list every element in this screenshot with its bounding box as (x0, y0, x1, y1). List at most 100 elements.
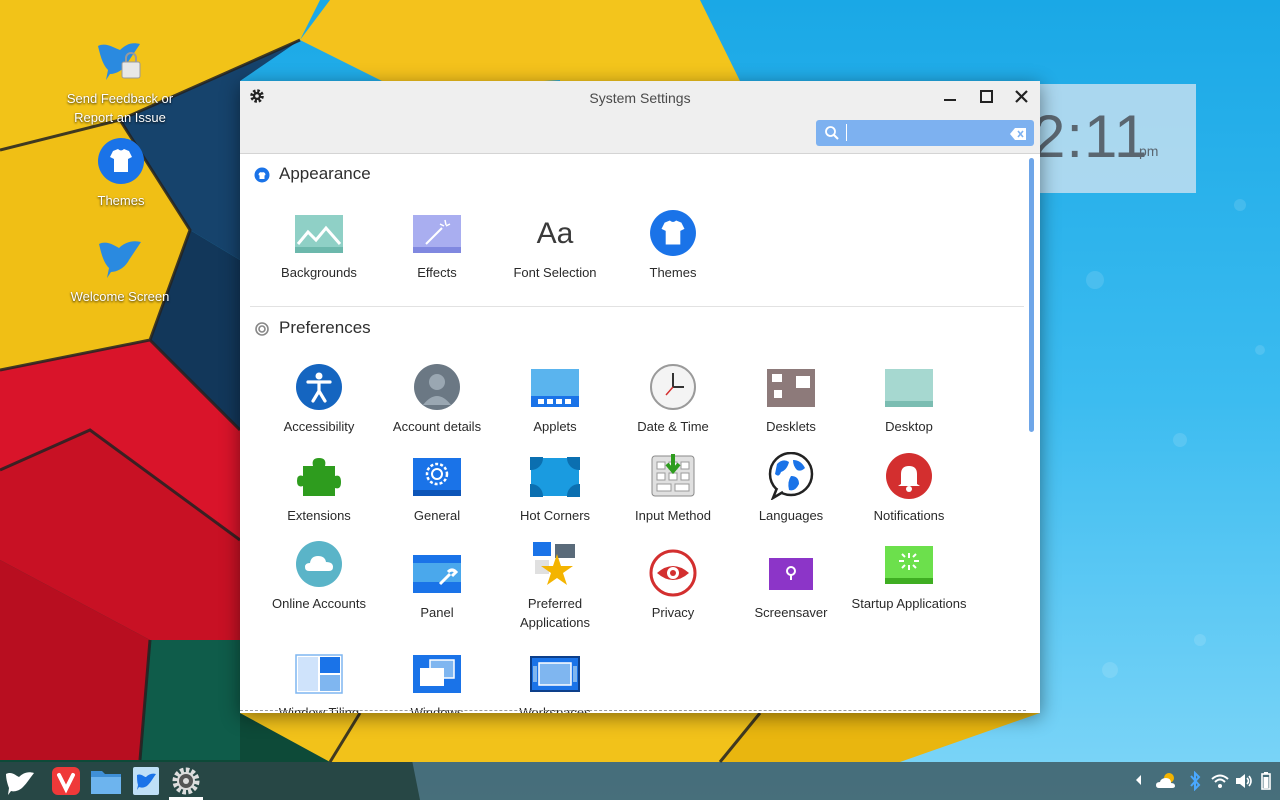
section-title: Appearance (279, 164, 371, 183)
scroll-edge-indicator (240, 710, 1026, 711)
desktop-icon-label: Themes (97, 193, 145, 208)
battery-icon[interactable] (1260, 771, 1272, 796)
minimize-button[interactable] (940, 88, 960, 106)
settings-item-workspaces[interactable]: Workspaces (496, 649, 614, 713)
vivaldi-icon[interactable] (49, 765, 83, 797)
preferences-icon (254, 321, 270, 342)
settings-item-desktop[interactable]: Desktop (850, 363, 968, 436)
chevron-left-icon[interactable] (1134, 773, 1144, 792)
settings-item-preferred-applications[interactable]: Preferred Applications (496, 540, 614, 632)
settings-item-applets[interactable]: Applets (496, 363, 614, 436)
settings-item-notifications[interactable]: Notifications (850, 452, 968, 525)
settings-item-windows[interactable]: Windows (378, 649, 496, 713)
item-label: Windows (410, 705, 464, 713)
item-label: Workspaces (519, 705, 591, 713)
item-label: Account details (392, 419, 482, 434)
globe-icon (766, 451, 816, 502)
item-label: Effects (417, 265, 457, 280)
item-label: Preferred Applications (519, 596, 591, 630)
settings-item-languages[interactable]: Languages (732, 451, 850, 525)
settings-item-accessibility[interactable]: Accessibility (260, 363, 378, 436)
panel-icon (412, 549, 462, 599)
settings-item-window-tiling[interactable]: Window Tiling (260, 649, 378, 713)
desktop-icon-send-feedback[interactable]: Send Feedback or Report an Issue (60, 40, 180, 127)
desktop-icon-label: Welcome Screen (70, 289, 170, 304)
eye-icon (648, 549, 698, 599)
window-menu-gear-icon[interactable] (249, 88, 265, 104)
item-label: General (413, 508, 461, 523)
item-label: Font Selection (513, 265, 597, 280)
settings-item-font-selection[interactable]: Aa Font Selection (496, 209, 614, 282)
item-label: Notifications (873, 508, 945, 523)
wifi-icon[interactable] (1210, 771, 1230, 796)
search-input[interactable] (846, 124, 1005, 141)
close-button[interactable] (1012, 88, 1032, 106)
titlebar[interactable]: System Settings (240, 81, 1040, 154)
settings-item-effects[interactable]: Effects (378, 209, 496, 282)
item-label: Date & Time (637, 419, 709, 434)
clear-search-icon[interactable] (1010, 127, 1026, 145)
system-settings-window: System Settings Appearance Backgrounds E… (240, 81, 1040, 713)
item-label: Themes (649, 265, 697, 280)
settings-item-desklets[interactable]: Desklets (732, 363, 850, 436)
item-label: Hot Corners (519, 508, 591, 523)
section-title: Preferences (279, 318, 371, 337)
keyboard-icon (648, 452, 698, 502)
desktop-icon (884, 363, 934, 413)
files-icon[interactable] (89, 765, 123, 797)
bluetooth-icon[interactable] (1188, 770, 1202, 796)
settings-item-extensions[interactable]: Extensions (260, 452, 378, 525)
settings-item-hot-corners[interactable]: Hot Corners (496, 446, 614, 525)
item-label: Online Accounts (272, 596, 366, 611)
tshirt-icon (61, 138, 181, 189)
appearance-icon (254, 167, 270, 188)
item-label: Extensions (287, 508, 351, 523)
item-label: Screensaver (754, 605, 828, 620)
startup-icon (884, 540, 934, 590)
feedback-icon[interactable] (129, 765, 163, 797)
settings-item-online-accounts[interactable]: Online Accounts (260, 540, 378, 613)
clock-desklet[interactable]: 2:11 pm (1020, 84, 1196, 193)
bird-icon (60, 238, 180, 285)
puzzle-icon (294, 452, 344, 502)
weather-icon[interactable] (1154, 771, 1178, 796)
cloud-icon (294, 540, 344, 590)
clock-ampm: pm (1139, 143, 1159, 159)
workspaces-icon (530, 649, 580, 699)
item-label: Desktop (885, 419, 933, 434)
search-box[interactable] (816, 120, 1034, 146)
settings-item-screensaver[interactable]: Screensaver (732, 549, 850, 622)
maximize-button[interactable] (976, 88, 996, 106)
item-label: Accessibility (283, 419, 355, 434)
settings-item-themes[interactable]: Themes (614, 209, 732, 282)
tiling-icon (294, 649, 344, 699)
clock-icon (648, 363, 698, 413)
settings-item-input-method[interactable]: Input Method (614, 452, 732, 525)
settings-item-backgrounds[interactable]: Backgrounds (260, 209, 378, 282)
clock-time: 2:11 (1032, 103, 1149, 170)
settings-item-privacy[interactable]: Privacy (614, 549, 732, 622)
font-glyph: Aa (536, 217, 574, 250)
backgrounds-icon (294, 209, 344, 259)
desktop-icon-themes[interactable]: Themes (61, 138, 181, 210)
item-label: Applets (533, 419, 577, 434)
settings-content[interactable]: Appearance Backgrounds Effects Aa Font S… (240, 154, 1026, 713)
item-label: Desklets (766, 419, 816, 434)
desktop-icon-welcome-screen[interactable]: Welcome Screen (60, 238, 180, 306)
effects-icon (412, 209, 462, 259)
item-label: Panel (420, 605, 454, 620)
settings-item-startup-applications[interactable]: Startup Applications (850, 540, 968, 613)
search-icon (824, 125, 840, 146)
settings-item-account-details[interactable]: Account details (378, 363, 496, 436)
settings-item-panel[interactable]: Panel (378, 549, 496, 622)
applets-icon (530, 363, 580, 413)
volume-icon[interactable] (1234, 771, 1254, 796)
settings-gear-icon[interactable] (169, 765, 203, 800)
item-label: Privacy (651, 605, 695, 620)
menu-bird-icon[interactable] (3, 765, 37, 797)
bell-icon (884, 452, 934, 502)
settings-item-general[interactable]: General (378, 452, 496, 525)
desktop-icon-label: Send Feedback or Report an Issue (66, 91, 174, 125)
scrollbar[interactable] (1029, 158, 1034, 432)
settings-item-date-time[interactable]: Date & Time (614, 363, 732, 436)
